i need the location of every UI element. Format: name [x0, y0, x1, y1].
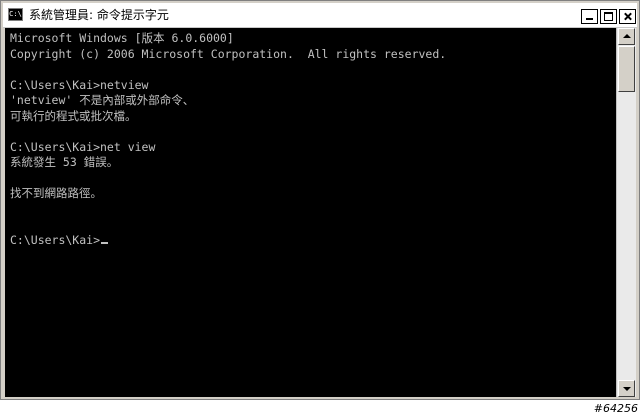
- maximize-button[interactable]: [600, 9, 617, 24]
- console-line: 可執行的程式或批次檔。: [10, 108, 137, 123]
- scroll-thumb[interactable]: [618, 46, 635, 92]
- console-line: 系統發生 53 錯誤。: [10, 155, 119, 169]
- console-line: Microsoft Windows [版本 6.0.6000]: [10, 31, 234, 45]
- close-button[interactable]: [619, 9, 636, 24]
- minimize-button[interactable]: [581, 9, 598, 24]
- vertical-scrollbar[interactable]: [616, 28, 636, 397]
- console-line: C:\Users\Kai>netview: [10, 77, 149, 92]
- console-window: C:\ 系統管理員: 命令提示字元 Microsoft Windows [版本 …: [0, 0, 640, 400]
- console-line: Copyright (c) 2006 Microsoft Corporation…: [10, 46, 447, 61]
- scroll-down-button[interactable]: [618, 380, 635, 397]
- console-lines: Microsoft Windows [版本 6.0.6000] Copyrigh…: [10, 31, 446, 248]
- console-line: 找不到網路路徑。: [10, 186, 102, 200]
- watermark-text: #64256: [593, 402, 638, 415]
- text-cursor: [101, 241, 109, 244]
- console-line: C:\Users\Kai>net view: [10, 139, 156, 154]
- title-bar[interactable]: C:\ 系統管理員: 命令提示字元: [3, 3, 637, 28]
- window-title: 系統管理員: 命令提示字元: [29, 8, 169, 22]
- console-line: 'netview' 不是內部或外部命令、: [10, 93, 195, 107]
- console-app-icon[interactable]: C:\: [8, 8, 23, 21]
- scroll-up-button[interactable]: [618, 28, 635, 45]
- console-prompt: C:\Users\Kai>: [10, 232, 101, 247]
- console-output[interactable]: Microsoft Windows [版本 6.0.6000] Copyrigh…: [5, 28, 616, 397]
- console-prompt-line: C:\Users\Kai>: [10, 233, 446, 249]
